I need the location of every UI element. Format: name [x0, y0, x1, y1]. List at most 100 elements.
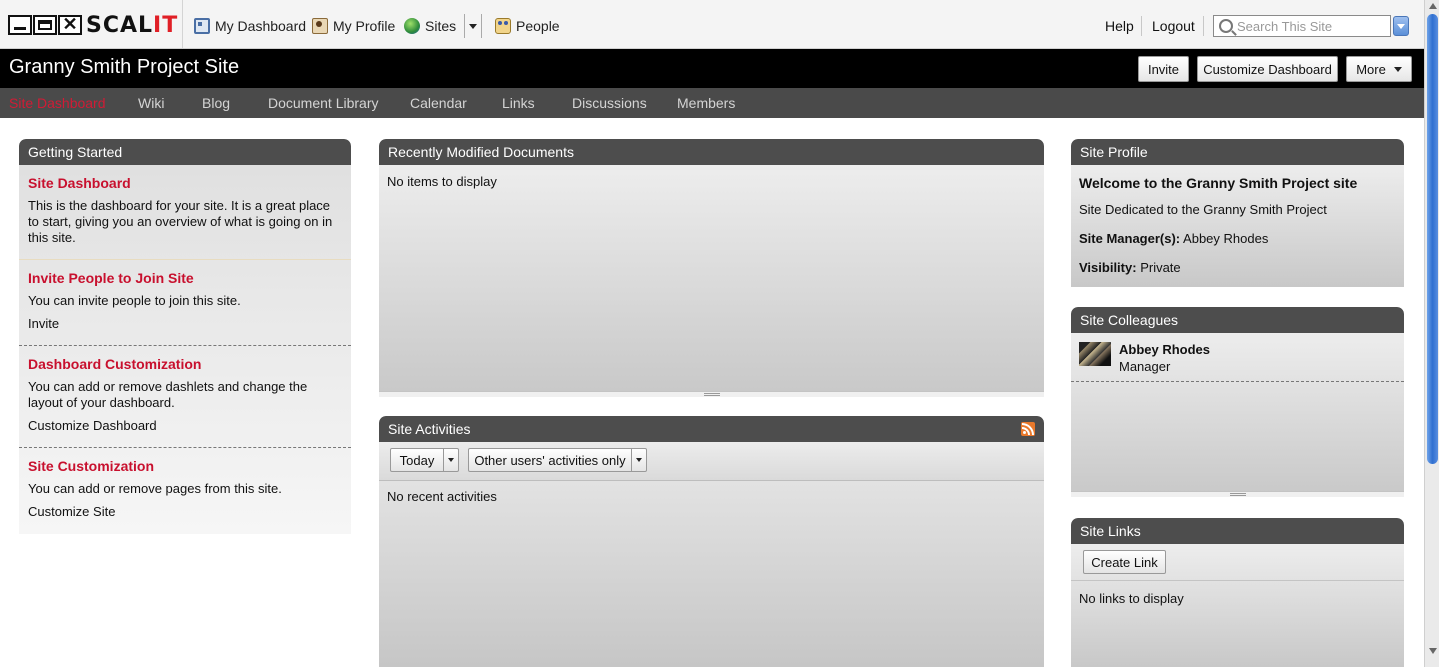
activities-toolbar: Today Other users' activities only: [379, 442, 1044, 481]
rss-feed-icon[interactable]: [1021, 422, 1035, 436]
dashlet-title: Getting Started: [19, 139, 351, 165]
profile-icon: [312, 18, 328, 34]
page-title: Granny Smith Project Site: [9, 56, 240, 78]
recent-documents-dashlet: Recently Modified Documents No items to …: [379, 139, 1044, 397]
app-logo[interactable]: SCALIT: [8, 12, 179, 38]
empty-message: No items to display: [387, 174, 497, 189]
tab-blog[interactable]: Blog: [202, 95, 230, 111]
nav-people[interactable]: People: [495, 16, 560, 36]
site-dashboard-link[interactable]: Site Dashboard: [28, 175, 343, 191]
nav-my-profile[interactable]: My Profile: [312, 16, 395, 36]
chevron-down-icon: [631, 449, 646, 471]
site-links-dashlet: Site Links Create Link No links to displ…: [1071, 518, 1404, 667]
manager-label: Site Manager(s):: [1079, 231, 1181, 246]
nav-sites[interactable]: Sites: [404, 16, 456, 36]
section-description: You can add or remove pages from this si…: [28, 481, 282, 496]
getting-started-dashlet: Getting Started Site Dashboard This is t…: [19, 139, 351, 534]
dashboard-customization-link[interactable]: Dashboard Customization: [28, 356, 343, 372]
chevron-down-icon: [443, 449, 458, 471]
empty-message: No links to display: [1079, 591, 1184, 606]
scrollbar[interactable]: [1424, 0, 1439, 667]
divider: [1203, 16, 1204, 36]
scroll-thumb[interactable]: [1427, 14, 1438, 464]
app-header: SCALIT My Dashboard My Profile Sites Peo…: [0, 0, 1424, 49]
tab-discussions[interactable]: Discussions: [572, 95, 647, 111]
site-activities-dashlet: Site Activities Today Other users' activ…: [379, 416, 1044, 667]
links-toolbar: Create Link: [1071, 544, 1404, 581]
resize-handle[interactable]: [1071, 491, 1404, 497]
manager-value[interactable]: Abbey Rhodes: [1183, 231, 1268, 246]
logo-wordmark: SCALIT: [86, 12, 179, 38]
avatar[interactable]: [1079, 342, 1111, 366]
divider: [1141, 16, 1142, 36]
profile-visibility: Visibility: Private: [1079, 260, 1181, 275]
logo-divider: [182, 0, 183, 48]
maximize-glyph-icon: [33, 15, 57, 35]
scroll-up-icon[interactable]: [1429, 3, 1437, 9]
nav-sites-label: Sites: [425, 18, 457, 34]
dashlet-title: Site Activities: [379, 416, 1044, 442]
nav-my-dashboard-label: My Dashboard: [215, 18, 307, 34]
chevron-down-icon: [1397, 23, 1405, 29]
logout-link[interactable]: Logout: [1152, 18, 1195, 34]
dashlet-title-label: Site Activities: [388, 421, 471, 437]
resize-handle[interactable]: [379, 391, 1044, 397]
dashlet-title: Recently Modified Documents: [379, 139, 1044, 165]
more-button-label: More: [1356, 61, 1386, 77]
section-description: You can add or remove dashlets and chang…: [28, 379, 308, 410]
profile-description: Site Dedicated to the Granny Smith Proje…: [1079, 202, 1327, 217]
site-page-navigation: Site Dashboard Wiki Blog Document Librar…: [0, 88, 1424, 118]
invite-button[interactable]: Invite: [1138, 56, 1189, 82]
invite-people-link[interactable]: Invite People to Join Site: [28, 270, 343, 286]
search-input[interactable]: [1237, 18, 1387, 34]
tab-site-dashboard[interactable]: Site Dashboard: [9, 95, 106, 111]
dashlet-title: Site Links: [1071, 518, 1404, 544]
user-filter-label: Other users' activities only: [474, 452, 626, 468]
empty-message: No recent activities: [387, 489, 497, 504]
sites-dropdown-button[interactable]: [464, 14, 482, 38]
help-link[interactable]: Help: [1105, 18, 1134, 34]
close-glyph-icon: [58, 14, 82, 35]
nav-my-dashboard[interactable]: My Dashboard: [194, 16, 306, 36]
section-site-customization: Site Customization You can add or remove…: [19, 448, 351, 519]
dashlet-title: Site Profile: [1071, 139, 1404, 165]
section-dashboard-customization: Dashboard Customization You can add or r…: [19, 346, 351, 447]
nav-people-label: People: [516, 18, 560, 34]
colleague-role: Manager: [1119, 359, 1171, 374]
minimize-glyph-icon: [8, 15, 32, 35]
more-button[interactable]: More: [1346, 56, 1412, 82]
invite-link[interactable]: Invite: [28, 316, 343, 331]
tab-links[interactable]: Links: [502, 95, 535, 111]
user-filter-dropdown[interactable]: Other users' activities only: [468, 448, 647, 472]
section-invite-people: Invite People to Join Site You can invit…: [19, 260, 351, 345]
customize-site-link[interactable]: Customize Site: [28, 504, 343, 519]
grip-icon: [703, 393, 720, 396]
globe-icon: [404, 18, 420, 34]
date-filter-dropdown[interactable]: Today: [390, 448, 459, 472]
tab-members[interactable]: Members: [677, 95, 735, 111]
visibility-value: Private: [1140, 260, 1181, 275]
visibility-label: Visibility:: [1079, 260, 1137, 275]
chevron-down-icon: [469, 23, 477, 29]
search-box[interactable]: [1213, 15, 1391, 37]
tab-document-library[interactable]: Document Library: [268, 95, 379, 111]
chevron-down-icon: [1393, 66, 1402, 72]
list-item: Abbey Rhodes Manager: [1071, 333, 1404, 382]
tab-wiki[interactable]: Wiki: [138, 95, 164, 111]
section-site-dashboard: Site Dashboard This is the dashboard for…: [19, 165, 351, 260]
people-icon: [495, 18, 511, 34]
customize-dashboard-button[interactable]: Customize Dashboard: [1197, 56, 1338, 82]
search-options-button[interactable]: [1393, 16, 1409, 36]
scroll-down-icon[interactable]: [1429, 648, 1437, 654]
section-description: You can invite people to join this site.: [28, 293, 241, 308]
section-description: This is the dashboard for your site. It …: [28, 198, 333, 245]
site-title-bar: Granny Smith Project Site Invite Customi…: [0, 49, 1424, 88]
site-customization-link[interactable]: Site Customization: [28, 458, 343, 474]
create-link-button[interactable]: Create Link: [1083, 550, 1166, 574]
tab-calendar[interactable]: Calendar: [410, 95, 467, 111]
site-profile-dashlet: Site Profile Welcome to the Granny Smith…: [1071, 139, 1404, 287]
customize-dashboard-link[interactable]: Customize Dashboard: [28, 418, 343, 433]
colleague-name[interactable]: Abbey Rhodes: [1119, 342, 1210, 357]
profile-manager: Site Manager(s): Abbey Rhodes: [1079, 231, 1268, 246]
search-icon: [1219, 19, 1233, 33]
